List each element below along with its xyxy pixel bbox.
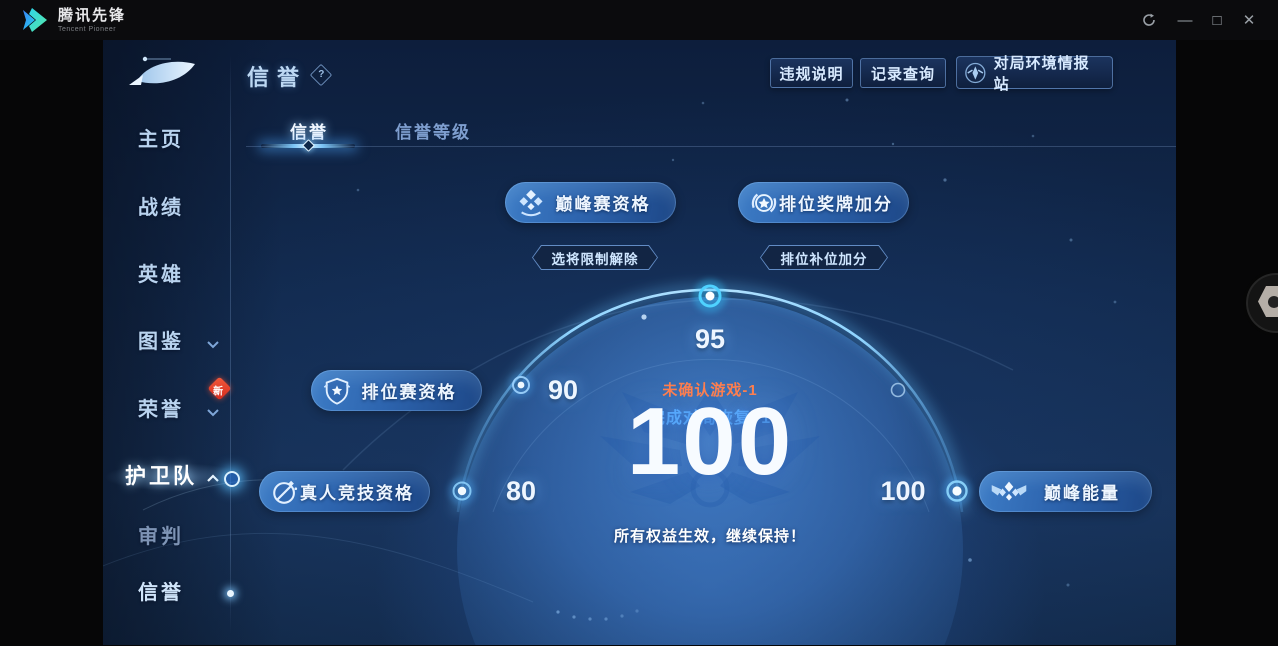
- gauge-marker-95: 95: [694, 324, 726, 354]
- maximize-button[interactable]: □: [1202, 0, 1232, 40]
- chevron-up-icon: [207, 474, 219, 482]
- intel-badge-icon: [965, 62, 986, 83]
- gauge-node-80: [448, 477, 476, 505]
- back-arrow-icon[interactable]: [125, 54, 201, 92]
- rank-medal-bonus-badge[interactable]: 排位奖牌加分: [738, 182, 909, 223]
- badge-label: 排位奖牌加分: [779, 195, 893, 214]
- app-window: 腾讯先锋 Tencent Pioneer — □ ✕ 主页 战绩 英雄 图鉴 荣…: [0, 0, 1278, 646]
- ranked-qualification-badge[interactable]: 排位赛资格: [311, 370, 482, 411]
- divider-dot: [227, 590, 234, 597]
- gauge-node-100: [942, 476, 972, 506]
- pick-restriction-chip[interactable]: 选将限制解除: [532, 245, 658, 270]
- diamond-cluster-icon: [516, 188, 546, 218]
- winged-diamond-icon: [990, 479, 1028, 505]
- sidebar-item-heroes[interactable]: 英雄: [103, 261, 219, 289]
- badge-label: 巅峰能量: [1044, 484, 1120, 503]
- credit-gauge: [103, 68, 1117, 645]
- page-title: 信誉: [247, 65, 308, 90]
- close-button[interactable]: ✕: [1234, 0, 1264, 40]
- sidebar-item-judgement[interactable]: 审判: [103, 523, 219, 551]
- app-subtitle: Tencent Pioneer: [58, 25, 117, 33]
- record-query-button[interactable]: 记录查询: [860, 58, 946, 88]
- divider-glow-node: [224, 471, 240, 487]
- sidebar-item-guard[interactable]: 护卫队: [103, 463, 219, 491]
- peak-energy-badge[interactable]: 巅峰能量: [979, 471, 1152, 512]
- floating-assistant-button[interactable]: [1243, 270, 1278, 336]
- violation-info-button[interactable]: 违规说明: [770, 58, 853, 88]
- hexagon-nut-hole: [1268, 296, 1278, 308]
- game-viewport: 主页 战绩 英雄 图鉴 荣誉 护卫队 审判 信誉 新 信誉 ? 违规说明 记录查…: [103, 40, 1176, 645]
- tencent-pioneer-logo-icon: [23, 8, 47, 32]
- badge-label: 真人竞技资格: [300, 484, 414, 503]
- sidebar-item-home[interactable]: 主页: [103, 126, 219, 154]
- peak-tournament-badge[interactable]: 巅峰赛资格: [505, 182, 676, 223]
- shield-star-icon: [322, 376, 352, 406]
- app-name: 腾讯先锋: [58, 6, 127, 24]
- badge-label: 巅峰赛资格: [555, 195, 651, 214]
- refresh-icon: [1143, 13, 1155, 26]
- chevron-down-icon: [207, 341, 219, 349]
- chip-label: 排位补位加分: [780, 251, 868, 267]
- sidebar-item-honor[interactable]: 荣誉: [103, 396, 219, 424]
- sidebar-divider: [230, 56, 231, 634]
- chip-label: 选将限制解除: [551, 251, 639, 267]
- medal-star-icon: [749, 188, 779, 218]
- sidebar-item-records[interactable]: 战绩: [103, 194, 219, 222]
- tab-baseline: [246, 146, 1176, 147]
- sidebar-item-credit[interactable]: 信誉: [103, 579, 219, 607]
- badge-label: 排位赛资格: [361, 383, 457, 402]
- chevron-down-icon: [207, 409, 219, 417]
- rank-fill-bonus-chip[interactable]: 排位补位加分: [760, 245, 888, 270]
- match-intel-button[interactable]: 对局环境情报站: [956, 55, 1113, 93]
- refresh-button[interactable]: [1134, 0, 1164, 40]
- minimize-button[interactable]: —: [1170, 0, 1200, 40]
- status-text: 所有权益生效，继续保持！: [613, 528, 806, 545]
- credit-score-value: 100: [626, 388, 794, 495]
- sidebar-item-gallery[interactable]: 图鉴: [103, 328, 219, 356]
- real-player-qualification-badge[interactable]: 真人竞技资格: [259, 471, 430, 512]
- titlebar: 腾讯先锋 Tencent Pioneer — □ ✕: [0, 0, 1278, 40]
- app-logo: 腾讯先锋 Tencent Pioneer: [20, 5, 126, 35]
- real-player-icon: [270, 477, 300, 507]
- tab-credit-level[interactable]: 信誉等级: [387, 118, 479, 143]
- gauge-node-95: [693, 279, 727, 313]
